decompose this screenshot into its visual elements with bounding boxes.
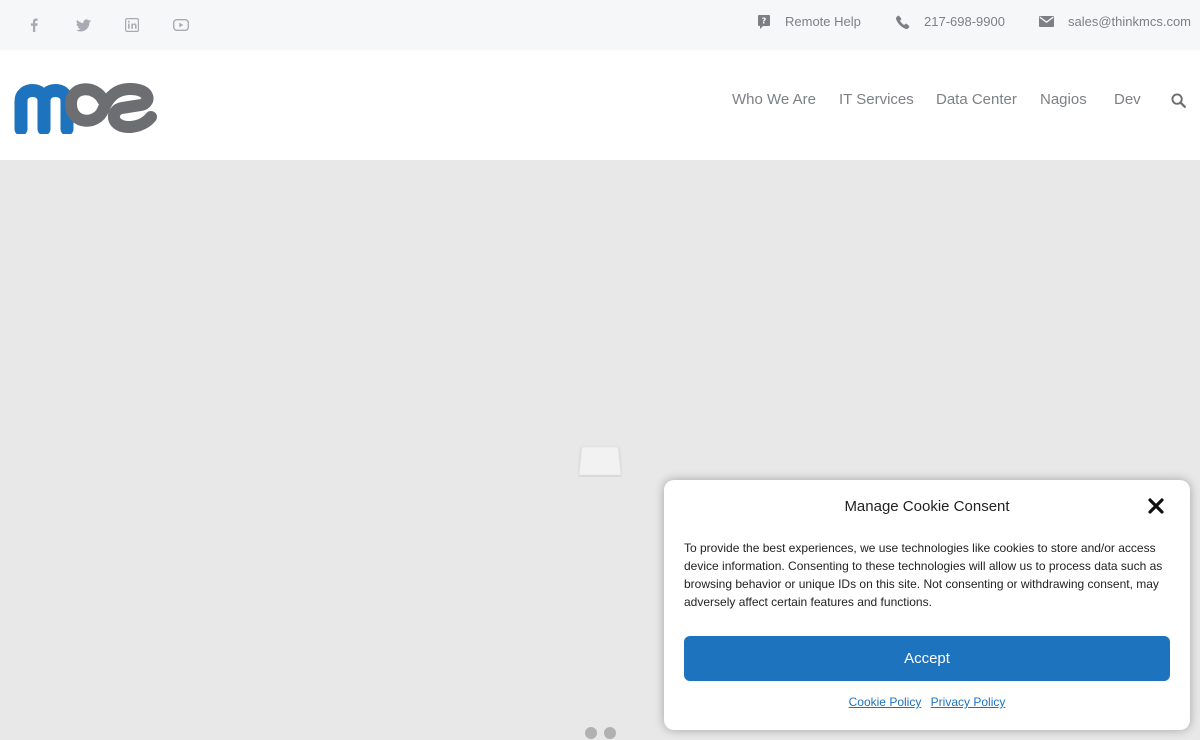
- svg-text:?: ?: [762, 16, 767, 25]
- linkedin-icon[interactable]: [124, 17, 140, 33]
- youtube-icon[interactable]: [173, 17, 189, 33]
- nav-who-we-are[interactable]: Who We Are: [732, 91, 816, 108]
- phone-number: 217-698-9900: [924, 14, 1005, 29]
- slider-dot[interactable]: [604, 727, 616, 739]
- top-bar: ? Remote Help 217-698-9900 sales@thinkmc…: [0, 0, 1200, 50]
- mcs-logo[interactable]: [14, 76, 158, 136]
- envelope-icon: [1039, 15, 1054, 29]
- email-address: sales@thinkmcs.com: [1068, 14, 1192, 29]
- search-icon[interactable]: [1171, 93, 1187, 109]
- remote-help-icon: ?: [757, 14, 771, 29]
- twitter-icon[interactable]: [75, 17, 91, 33]
- cookie-links: Cookie Policy Privacy Policy: [664, 695, 1190, 709]
- cookie-message: To provide the best experiences, we use …: [684, 541, 1163, 609]
- nav-dev[interactable]: Dev: [1114, 91, 1141, 108]
- slider-dot[interactable]: [585, 727, 597, 739]
- nav-nagios[interactable]: Nagios: [1040, 91, 1087, 108]
- email-link[interactable]: sales@thinkmcs.com: [1039, 14, 1191, 29]
- cookie-consent-dialog: Manage Cookie Consent To provide the bes…: [664, 480, 1190, 730]
- nav-data-center[interactable]: Data Center: [936, 91, 1017, 108]
- nav-it-services[interactable]: IT Services: [839, 91, 914, 108]
- phone-link[interactable]: 217-698-9900: [896, 14, 1005, 29]
- remote-help-label: Remote Help: [785, 14, 861, 29]
- cookie-policy-link[interactable]: Cookie Policy: [849, 695, 922, 709]
- loading-spinner-icon: [578, 445, 622, 477]
- accept-button[interactable]: Accept: [684, 636, 1170, 681]
- close-icon[interactable]: [1146, 496, 1166, 516]
- phone-icon: [896, 15, 910, 29]
- site-header: Who We Are IT Services Data Center Nagio…: [0, 50, 1200, 160]
- privacy-policy-link[interactable]: Privacy Policy: [931, 695, 1006, 709]
- cookie-dialog-title: Manage Cookie Consent: [844, 498, 1010, 515]
- facebook-icon[interactable]: [26, 17, 42, 33]
- remote-help-link[interactable]: ? Remote Help: [757, 14, 861, 29]
